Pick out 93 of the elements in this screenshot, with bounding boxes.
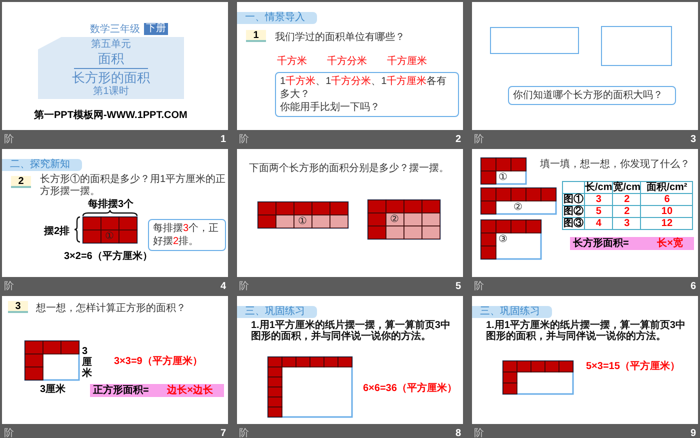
shape-label: ①: [298, 216, 307, 226]
footer-mark: 阶: [239, 427, 249, 438]
slide-number: 2: [455, 133, 461, 147]
formula-label: 正方形面积=: [93, 383, 149, 398]
section-tab: 一、情景导入: [237, 12, 317, 24]
row-label: 摆2排: [44, 224, 70, 239]
rectangle-outline: [601, 26, 672, 66]
table-cell: 4: [584, 218, 613, 230]
slide-number: 3: [690, 133, 696, 147]
unit-text: 千方米: [277, 54, 307, 69]
slide-number: 4: [220, 280, 226, 294]
slide-thumbnail[interactable]: ① ② ③ 填一填，想一想，你发现了什么？ 长/cm宽/cm 面积/cm² 图① 3 2 6 图② 5 2 10 图③ 4 3 12 长方形面积= 长×宽: [472, 149, 698, 277]
task-text: 1.用1平方厘米的纸片摆一摆，算一算前页3中图形的面积，并与同伴说一说你的方法。: [251, 320, 452, 342]
table-cell: 6: [640, 194, 693, 206]
question-text: 长方形①的面积是多少？用1平方厘米的正方形摆一摆。: [40, 174, 226, 198]
footer-mark: 阶: [4, 427, 14, 438]
section-tab: 三、巩固练习: [237, 306, 317, 318]
footer-mark: 阶: [474, 427, 484, 438]
shape-label: ②: [514, 202, 522, 212]
slide-number: 1: [220, 133, 226, 147]
slide-number: 5: [455, 280, 461, 294]
tile-grid-drawing: [480, 157, 527, 185]
slide-thumbnail[interactable]: 三、巩固练习 1.用1平方厘米的纸片摆一摆，算一算前页3中图形的面积，并与同伴说一说你的方法。 5×3=15（平方厘米）: [472, 296, 698, 424]
table-cell: 3: [612, 218, 641, 230]
slide-thumbnail[interactable]: 一、情景导入 1 我们学过的面积单位有哪些？ 千方米 千方分米 千方厘米 1千方米、1千方分米、1千方厘米各有多大？ 你能用手比划一下吗？: [237, 2, 463, 130]
slide-thumbnail[interactable]: 三、巩固练习 1.用1平方厘米的纸片摆一摆，算一算前页3中图形的面积，并与同伴说一说你的方法。 6×6=36（平方厘米）: [237, 296, 463, 424]
question-text: 我们学过的面积单位有哪些？: [275, 30, 405, 45]
question-text: 想一想，怎样计算正方形的面积？: [36, 302, 186, 316]
shape-label: ①: [105, 232, 114, 242]
unit-text: 千方分米: [327, 54, 367, 69]
tile-grid-drawing: [502, 360, 574, 395]
formula-text: 长×宽: [657, 236, 684, 251]
footer-mark: 阶: [4, 280, 14, 294]
number-badge: 2: [11, 176, 31, 188]
column-header: 宽/cm: [612, 182, 641, 194]
slide-number: 9: [690, 427, 696, 438]
table-cell: 图①: [562, 194, 584, 206]
number-badge: 1: [246, 30, 266, 42]
slide-thumbnail[interactable]: 你们知道哪个长方形的面积大吗？: [472, 2, 698, 130]
column-header: 面积/cm²: [640, 182, 693, 194]
tile-grid-drawing: [82, 216, 138, 244]
slide-thumbnail[interactable]: 下面两个长方形的面积分别是多少？摆一摆。 ① ②: [237, 149, 463, 277]
bottom-label: 3厘米: [40, 382, 66, 397]
slide-number: 8: [455, 427, 461, 438]
unit-text: 第五单元: [91, 39, 131, 51]
volume-badge: 下册: [144, 23, 168, 35]
period-text: 第1课时: [93, 86, 129, 98]
row-label: 每排摆3个: [88, 199, 134, 210]
slide-thumbnail[interactable]: 二、探究新知 2 长方形①的面积是多少？用1平方厘米的正方形摆一摆。 每排摆3个 摆2排 ① 3×2=6（平方厘米） 每排摆3个，正好摆2排。: [2, 149, 228, 277]
shape-label: ③: [498, 234, 508, 244]
formula-text: 5×3=15（平方厘米）: [586, 359, 680, 374]
question-text: 填一填，想一想，你发现了什么？: [540, 158, 691, 172]
footer-mark: 阶: [474, 280, 484, 294]
lesson-title: 长方形的面积: [72, 70, 150, 86]
tile-grid-drawing: [24, 340, 80, 381]
task-text: 1.用1平方厘米的纸片摆一摆，算一算前页3中图形的面积，并与同伴说一说你的方法。: [486, 320, 686, 342]
slide-thumbnail[interactable]: 3 想一想，怎样计算正方形的面积？ 3厘米 3厘米 3×3=9（平方厘米） 正方形面积= 边长×边长: [2, 296, 228, 424]
formula-text: 3×2=6（平方厘米）: [64, 249, 152, 264]
table-cell: 2: [612, 206, 641, 218]
table-cell: 2: [612, 194, 641, 206]
bubble-text: 每排摆3个，正好摆2排。: [153, 222, 220, 248]
table-cell: 图②: [562, 206, 584, 218]
formula-text: 3×3=9（平方厘米）: [114, 354, 202, 369]
tile-grid-drawing: [480, 219, 542, 260]
table-cell: 5: [584, 206, 613, 218]
table-cell: 10: [640, 206, 693, 218]
shape-label: ②: [390, 214, 399, 224]
slide-number: 7: [220, 427, 226, 438]
formula-label: 长方形面积=: [573, 236, 629, 251]
slide-thumbnail[interactable]: 数学三年级 下册 第五单元 面积 长方形的面积 第1课时 第一PPT模板网-WWW.1PPT.COM: [2, 2, 228, 130]
table-cell: 12: [640, 218, 693, 230]
bubble-text: 你们知道哪个长方形的面积大吗？: [513, 89, 664, 102]
unit-text: 千方厘米: [387, 54, 427, 69]
site-text: 第一PPT模板网-WWW.1PPT.COM: [34, 108, 188, 123]
footer-mark: 阶: [239, 280, 249, 294]
formula-text: 6×6=36（平方厘米）: [363, 381, 457, 396]
topic-text: 面积: [98, 51, 124, 67]
column-header: 长/cm: [584, 182, 613, 194]
formula-text: 边长×边长: [167, 384, 214, 398]
footer-mark: 阶: [474, 133, 484, 147]
section-tab: 二、探究新知: [2, 159, 82, 171]
question-text: 下面两个长方形的面积分别是多少？摆一摆。: [249, 162, 449, 176]
subject-text: 数学三年级: [90, 23, 140, 37]
table-cell: 3: [584, 194, 613, 206]
side-label: 3厘米: [82, 346, 92, 379]
section-tab: 三、巩固练习: [472, 306, 552, 318]
footer-mark: 阶: [4, 133, 14, 147]
table-cell: 图③: [562, 218, 584, 230]
number-badge: 3: [8, 301, 28, 313]
footer-mark: 阶: [239, 133, 249, 147]
bubble-text: 1千方米、1千方分米、1千方厘米各有多大？ 你能用手比划一下吗？: [280, 75, 448, 114]
slide-number: 6: [690, 280, 696, 294]
shape-label: ①: [498, 172, 508, 182]
